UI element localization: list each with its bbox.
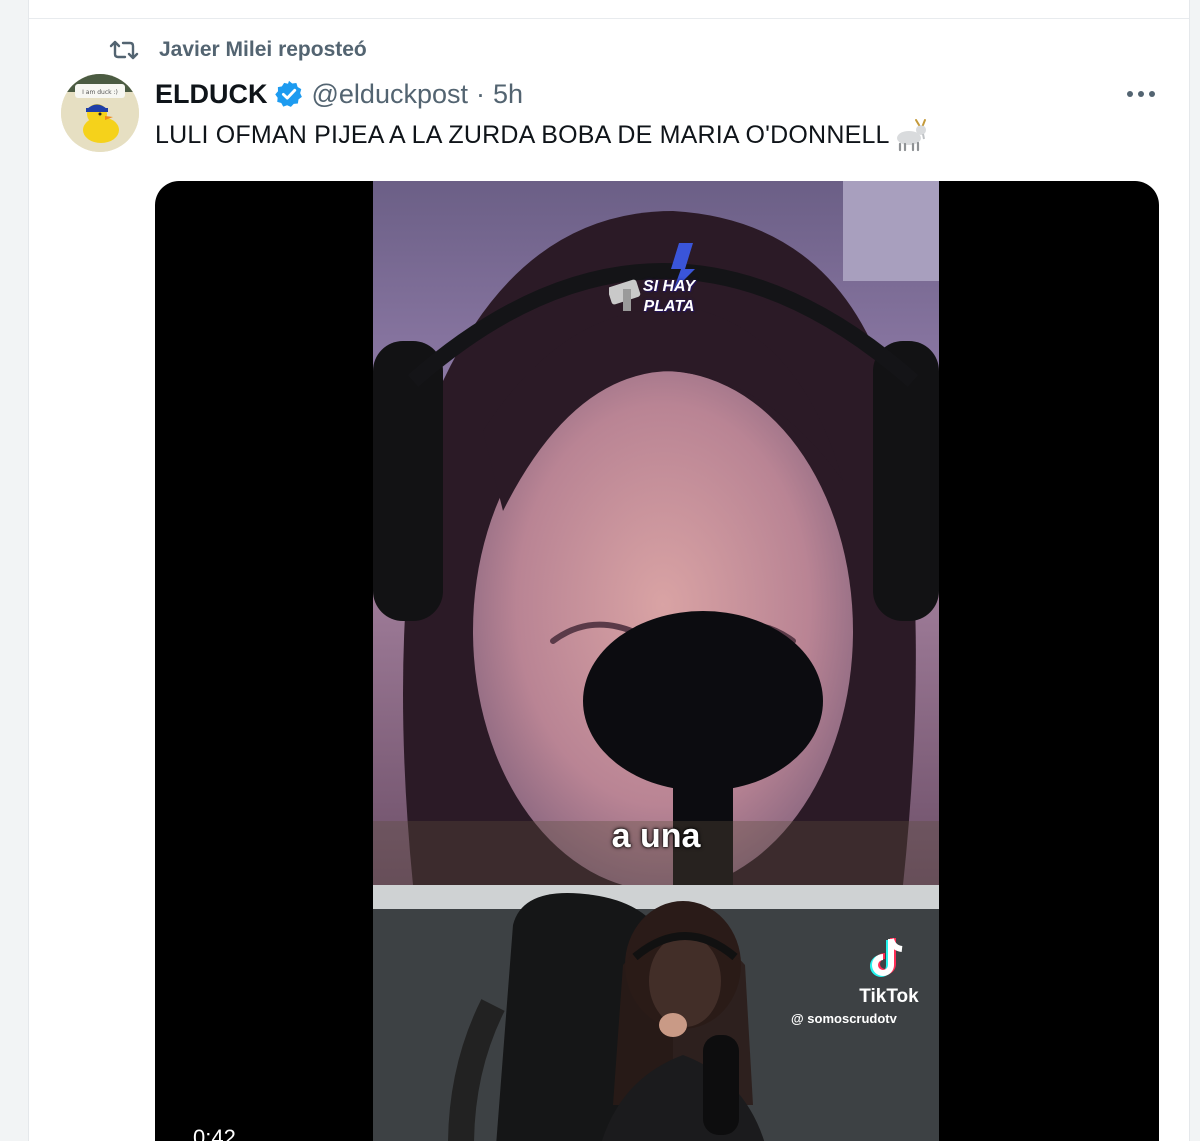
video-duration: 0:42	[193, 1125, 236, 1141]
repost-icon	[109, 40, 139, 60]
goat-emoji-icon	[896, 119, 926, 152]
tweet-card[interactable]: Javier Milei reposteó I am duck :) ELDUC…	[28, 0, 1190, 1141]
logo-line1: SI HAY	[642, 278, 696, 295]
logo-line2: PLATA	[643, 298, 695, 315]
verified-badge-icon	[274, 80, 302, 107]
video-caption: a una	[611, 817, 701, 855]
more-icon	[1127, 91, 1155, 97]
tweet-text-content: LULI OFMAN PIJEA A LA ZURDA BOBA DE MARI…	[155, 120, 890, 149]
repost-context[interactable]: Javier Milei reposteó	[109, 36, 367, 64]
more-options-button[interactable]	[1121, 80, 1161, 108]
tiktok-logo-icon	[870, 938, 903, 977]
video-player[interactable]: SI HAY PLATA a una TikTok @ somoscrudotv…	[155, 181, 1159, 1141]
divider	[29, 18, 1189, 19]
avatar[interactable]: I am duck :)	[61, 74, 139, 152]
duck-avatar-image: I am duck :)	[61, 74, 139, 152]
author-name[interactable]: ELDUCK	[155, 79, 268, 110]
video-frame-bottom: TikTok @ somoscrudotv	[373, 885, 939, 1141]
video-frame-top: SI HAY PLATA a una	[373, 181, 939, 885]
tweet-text: LULI OFMAN PIJEA A LA ZURDA BOBA DE MARI…	[155, 118, 930, 152]
tweet-timestamp[interactable]: 5h	[493, 79, 523, 110]
separator-dot: ·	[476, 78, 485, 109]
tiktok-handle: @ somoscrudotv	[791, 1011, 897, 1026]
repost-label: Javier Milei reposteó	[159, 38, 367, 61]
avatar-caption: I am duck :)	[82, 89, 118, 96]
tweet-header: ELDUCK @elduckpost · 5h	[155, 76, 523, 112]
logo-text: SI HAY PLATA	[629, 277, 709, 317]
tiktok-label: TikTok	[859, 986, 919, 1007]
author-handle[interactable]: @elduckpost	[312, 79, 469, 110]
tiktok-watermark: TikTok	[843, 937, 935, 1008]
